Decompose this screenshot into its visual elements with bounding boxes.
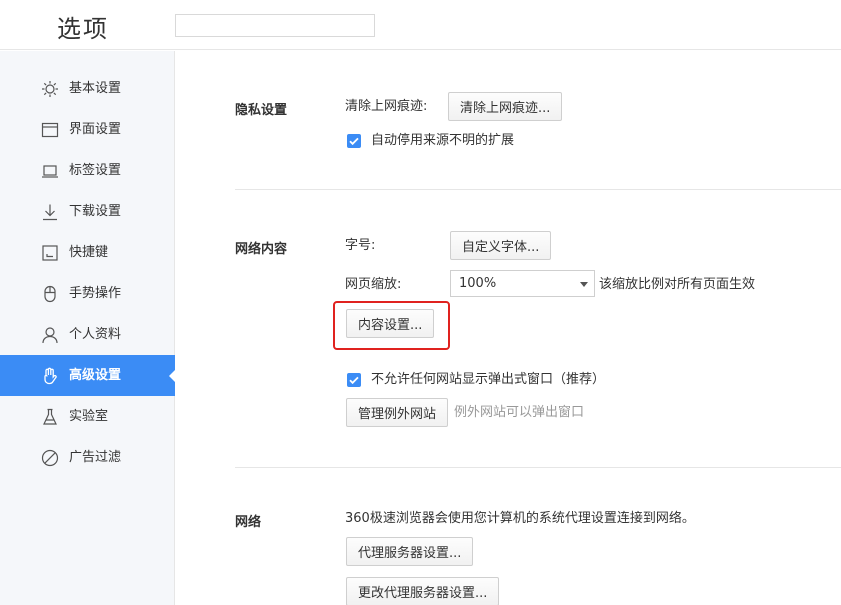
clear-history-button[interactable]: 清除上网痕迹...	[448, 92, 563, 121]
mouse-icon	[41, 285, 59, 303]
sidebar: 基本设置 界面设置 标签设置 下载设置 快捷键 手势操作 个人资料 高级设置 实…	[0, 51, 176, 605]
sidebar-item-adblock[interactable]: 广告过滤	[0, 437, 175, 478]
page-zoom-value: 100%	[459, 276, 497, 291]
page-title: 选项	[57, 15, 109, 43]
sidebar-item-tabs[interactable]: 标签设置	[0, 150, 175, 191]
sidebar-item-label: 手势操作	[69, 286, 122, 301]
sidebar-item-label: 界面设置	[69, 122, 122, 137]
sidebar-item-interface[interactable]: 界面设置	[0, 109, 175, 150]
exceptions-hint: 例外网站可以弹出窗口	[454, 405, 585, 420]
change-proxy-settings-button[interactable]: 更改代理服务器设置...	[346, 577, 500, 605]
settings-content: 隐私设置 清除上网痕迹: 清除上网痕迹... 自动停用来源不明的扩展 网络内容 …	[176, 51, 841, 605]
font-size-label: 字号:	[345, 238, 376, 253]
clear-history-label: 清除上网痕迹:	[345, 99, 428, 114]
page-zoom-select[interactable]: 100%	[450, 270, 595, 297]
popup-block-label: 不允许任何网站显示弹出式窗口（推荐）	[371, 372, 606, 387]
sidebar-item-label: 基本设置	[69, 81, 122, 96]
manage-exceptions-button[interactable]: 管理例外网站	[346, 398, 449, 427]
page-zoom-label: 网页缩放:	[345, 277, 402, 292]
checkmark-icon	[349, 137, 359, 146]
gesture-hand-icon	[41, 367, 59, 385]
user-icon	[41, 326, 59, 344]
sidebar-item-label: 广告过滤	[69, 450, 122, 465]
sun-icon	[41, 80, 59, 98]
checkmark-icon	[349, 376, 359, 385]
window-icon	[41, 121, 59, 139]
proxy-settings-button[interactable]: 代理服务器设置...	[346, 537, 474, 566]
popup-block-checkbox[interactable]	[347, 373, 361, 387]
highlight-box	[333, 301, 450, 350]
section-divider	[235, 467, 841, 468]
sidebar-item-label: 快捷键	[69, 245, 109, 260]
sidebar-item-label: 下载设置	[69, 204, 122, 219]
download-icon	[41, 203, 59, 221]
sidebar-item-shortcuts[interactable]: 快捷键	[0, 232, 175, 273]
laptop-icon	[41, 162, 59, 180]
auto-disable-ext-checkbox[interactable]	[347, 134, 361, 148]
sidebar-item-lab[interactable]: 实验室	[0, 396, 175, 437]
section-divider	[235, 189, 841, 190]
zoom-hint: 该缩放比例对所有页面生效	[599, 277, 756, 292]
privacy-section-title: 隐私设置	[235, 103, 288, 118]
sidebar-item-download[interactable]: 下载设置	[0, 191, 175, 232]
sidebar-item-basic[interactable]: 基本设置	[0, 68, 175, 109]
sidebar-item-profile[interactable]: 个人资料	[0, 314, 175, 355]
sidebar-item-label: 高级设置	[69, 368, 122, 383]
sidebar-item-label: 个人资料	[69, 327, 122, 342]
sidebar-item-label: 实验室	[69, 409, 109, 424]
network-description: 360极速浏览器会使用您计算机的系统代理设置连接到网络。	[345, 511, 695, 526]
keyboard-shortcut-icon	[41, 244, 59, 262]
chevron-down-icon	[580, 282, 588, 287]
top-bar: 选项	[0, 0, 841, 50]
auto-disable-ext-label: 自动停用来源不明的扩展	[371, 133, 515, 148]
sidebar-item-label: 标签设置	[69, 163, 122, 178]
web-content-section-title: 网络内容	[235, 242, 288, 257]
sidebar-item-gestures[interactable]: 手势操作	[0, 273, 175, 314]
network-section-title: 网络	[235, 515, 262, 530]
flask-icon	[41, 408, 59, 426]
block-icon	[41, 449, 59, 467]
custom-font-button[interactable]: 自定义字体...	[450, 231, 552, 260]
sidebar-item-advanced[interactable]: 高级设置	[0, 355, 176, 396]
search-input[interactable]	[175, 14, 375, 37]
